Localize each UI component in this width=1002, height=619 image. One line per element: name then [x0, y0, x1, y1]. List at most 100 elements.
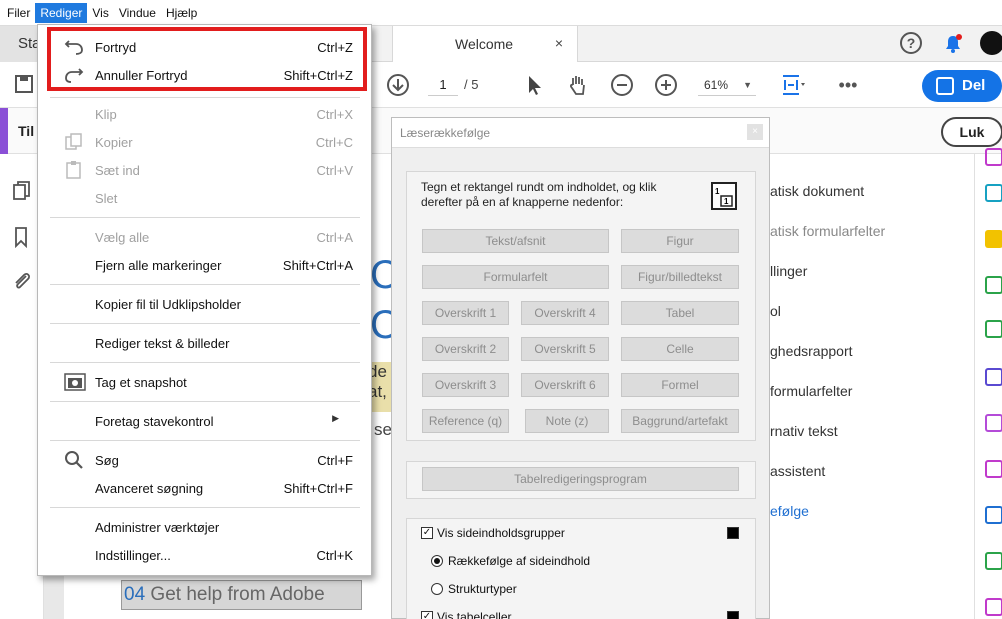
menu-item-edit-text[interactable]: Rediger tekst & billeder [38, 329, 371, 357]
bell-icon[interactable] [942, 33, 964, 55]
tool-item[interactable]: atisk formularfelter [770, 223, 885, 239]
help-icon[interactable]: ? [900, 32, 922, 54]
print-icon[interactable] [985, 320, 1002, 338]
bookmark-icon[interactable] [12, 226, 32, 249]
tab-close-icon[interactable]: × [555, 35, 563, 51]
pdf-icon[interactable] [985, 148, 1002, 166]
attachment-icon[interactable] [12, 270, 32, 292]
menu-edit[interactable]: Rediger [35, 2, 88, 23]
document-blue-text: C C [370, 250, 399, 350]
heading-3-button[interactable]: Overskrift 3 [422, 373, 509, 397]
show-table-cells-row[interactable]: ✓ Vis tabelceller [421, 610, 511, 619]
tool-item-reading-order[interactable]: efølge [770, 503, 809, 519]
menu-help[interactable]: Hjælp [161, 3, 202, 23]
tool-item[interactable]: formularfelter [770, 383, 852, 399]
more-options-icon[interactable]: ••• [836, 73, 860, 97]
menu-item-advanced-search[interactable]: Avanceret søgning Shift+Ctrl+F [38, 474, 371, 502]
fit-page-icon[interactable] [780, 73, 805, 97]
share-button[interactable]: Del [922, 70, 1002, 102]
page-count: / 5 [464, 77, 479, 92]
next-page-icon[interactable] [386, 73, 410, 97]
menu-item-copy-file[interactable]: Kopier fil til Udklipsholder [38, 290, 371, 318]
tool-item[interactable]: ghedsrapport [770, 343, 853, 359]
show-table-cells-checkbox[interactable]: ✓ [421, 611, 433, 619]
menu-item-label: Vælg alle [95, 230, 150, 245]
show-groups-row[interactable]: ✓ Vis sideindholdsgrupper [421, 526, 565, 540]
page-order-radio[interactable] [431, 555, 443, 567]
heading-6-button[interactable]: Overskrift 6 [521, 373, 609, 397]
note-button[interactable]: Note (z) [525, 409, 609, 433]
tool-item[interactable]: ol [770, 303, 781, 319]
tool-item[interactable]: rnativ tekst [770, 423, 838, 439]
hand-tool-icon[interactable] [566, 73, 590, 97]
more-tools-icon[interactable] [985, 598, 1002, 616]
avatar[interactable] [980, 31, 1002, 55]
reference-button[interactable]: Reference (q) [422, 409, 509, 433]
menu-item-preferences[interactable]: Indstillinger... Ctrl+K [38, 541, 371, 569]
document-line: se [374, 420, 392, 439]
organize-icon[interactable] [985, 552, 1002, 570]
heading-2-button[interactable]: Overskrift 2 [422, 337, 509, 361]
tab-welcome-label: Welcome [455, 36, 514, 52]
group-color-swatch[interactable] [727, 527, 739, 539]
tab-welcome[interactable]: Welcome × [392, 26, 578, 62]
menu-item-cut[interactable]: Klip Ctrl+X [38, 100, 371, 128]
menu-item-delete[interactable]: Slet [38, 184, 371, 212]
menu-item-select-all[interactable]: Vælg alle Ctrl+A [38, 223, 371, 251]
form-field-button[interactable]: Formularfelt [422, 265, 609, 289]
pages-icon[interactable] [12, 180, 32, 202]
menu-separator [50, 507, 360, 508]
tool-item[interactable]: assistent [770, 463, 825, 479]
combine-icon[interactable] [985, 276, 1002, 294]
figure-caption-button[interactable]: Figur/billedtekst [621, 265, 739, 289]
page-number-input[interactable]: 1 [428, 74, 458, 96]
menu-item-search[interactable]: Søg Ctrl+F [38, 446, 371, 474]
zoom-out-icon[interactable] [610, 73, 634, 97]
table-editor-button[interactable]: Tabelredigeringsprogram [422, 467, 739, 491]
heading-4-button[interactable]: Overskrift 4 [521, 301, 609, 325]
tab-start[interactable]: Sta [0, 26, 41, 62]
menu-item-spellcheck[interactable]: Foretag stavekontrol ▶ [38, 407, 371, 435]
text-paragraph-button[interactable]: Tekst/afsnit [422, 229, 609, 253]
paste-icon [64, 161, 84, 179]
menu-item-manage-tools[interactable]: Administrer værktøjer [38, 513, 371, 541]
menu-item-deselect-all[interactable]: Fjern alle markeringer Shift+Ctrl+A [38, 251, 371, 279]
highlight-box [47, 27, 367, 91]
menu-item-snapshot[interactable]: Tag et snapshot [38, 368, 371, 396]
accessibility-tools-pane: atisk dokument atisk formularfelter llin… [770, 154, 974, 619]
menu-item-label: Indstillinger... [95, 548, 171, 563]
dialog-close-icon[interactable]: × [747, 124, 763, 140]
camera-icon [64, 373, 86, 391]
formula-button[interactable]: Formel [621, 373, 739, 397]
tool-item[interactable]: atisk dokument [770, 183, 864, 199]
heading-1-button[interactable]: Overskrift 1 [422, 301, 509, 325]
table-button[interactable]: Tabel [621, 301, 739, 325]
menu-file[interactable]: Filer [2, 3, 35, 23]
select-cursor-icon[interactable] [522, 73, 546, 97]
structure-types-radio[interactable] [431, 583, 443, 595]
menu-separator [50, 440, 360, 441]
menu-window[interactable]: Vindue [114, 3, 161, 23]
menu-view[interactable]: Vis [87, 3, 113, 23]
sign-icon[interactable] [985, 414, 1002, 432]
close-tool-button[interactable]: Luk [941, 117, 1002, 147]
page-order-row[interactable]: Rækkefølge af sideindhold [431, 554, 590, 568]
save-icon[interactable] [12, 73, 36, 97]
heading-5-button[interactable]: Overskrift 5 [521, 337, 609, 361]
protect-icon[interactable] [985, 368, 1002, 386]
zoom-in-icon[interactable] [654, 73, 678, 97]
background-artifact-button[interactable]: Baggrund/artefakt [621, 409, 739, 433]
table-cell-color-swatch[interactable] [727, 611, 739, 619]
edit-pdf-icon[interactable] [985, 460, 1002, 478]
show-groups-checkbox[interactable]: ✓ [421, 527, 433, 539]
tool-item[interactable]: llinger [770, 263, 807, 279]
zoom-select[interactable]: 61% ▼ [698, 74, 756, 96]
structure-types-row[interactable]: Strukturtyper [431, 582, 517, 596]
figure-button[interactable]: Figur [621, 229, 739, 253]
menu-item-paste[interactable]: Sæt ind Ctrl+V [38, 156, 371, 184]
menu-item-copy[interactable]: Kopier Ctrl+C [38, 128, 371, 156]
cell-button[interactable]: Celle [621, 337, 739, 361]
export-icon[interactable] [985, 184, 1002, 202]
comment-icon[interactable] [985, 230, 1002, 248]
share-tool-icon[interactable] [985, 506, 1002, 524]
